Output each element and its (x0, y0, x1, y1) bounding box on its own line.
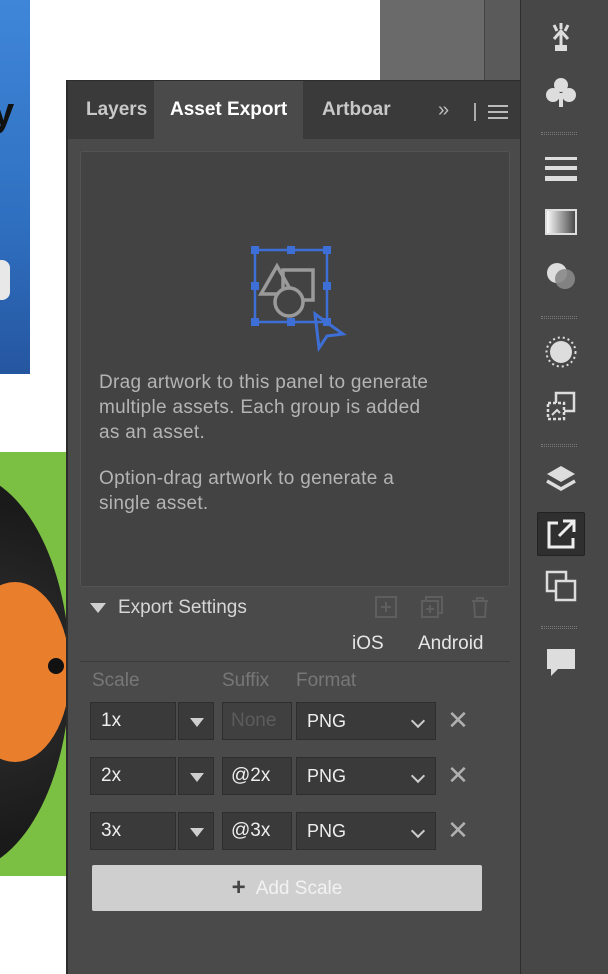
remove-row-icon[interactable]: ✕ (446, 706, 470, 734)
tab-divider (474, 103, 476, 121)
scale-input[interactable]: 2x (90, 757, 176, 795)
right-tool-strip (520, 0, 608, 974)
scale-dropdown-button[interactable] (178, 702, 214, 740)
option-drag-instructions: Option-drag artwork to generate a single… (99, 468, 395, 514)
export-settings-header[interactable]: Export Settings (80, 591, 510, 627)
format-value: PNG (307, 821, 347, 841)
column-header-format: Format (296, 670, 357, 691)
scale-row: 3x @3x PNG ✕ (80, 812, 510, 850)
panel-menu-icon[interactable] (488, 105, 508, 123)
remove-row-icon[interactable]: ✕ (446, 816, 470, 844)
comments-icon[interactable] (537, 640, 585, 684)
tab-overflow-icon[interactable]: » (438, 99, 449, 122)
format-value: PNG (307, 766, 347, 786)
drop-instructions: Drag artwork to this panel to generate m… (99, 372, 429, 443)
panel-group-grip[interactable] (541, 626, 577, 629)
appearance-icon[interactable] (537, 330, 585, 374)
chevron-down-icon (410, 713, 426, 729)
tab-artboards[interactable]: Artboar (306, 81, 418, 139)
chevron-down-icon (410, 823, 426, 839)
panel-group-grip[interactable] (541, 444, 577, 447)
format-select[interactable]: PNG (296, 812, 436, 850)
format-select[interactable]: PNG (296, 757, 436, 795)
stroke-lines-icon[interactable] (537, 146, 585, 190)
artwork-fragment (0, 260, 10, 300)
panel-group-grip[interactable] (541, 316, 577, 319)
suffix-input[interactable]: @3x (222, 812, 292, 850)
artwork-vinyl-record (0, 452, 70, 876)
format-select[interactable]: PNG (296, 702, 436, 740)
suffix-input[interactable]: @2x (222, 757, 292, 795)
drop-zone[interactable]: Drag artwork to this panel to generate m… (80, 151, 510, 587)
drag-artwork-illustration-icon (251, 246, 347, 353)
puppet-warp-icon[interactable] (537, 14, 585, 58)
export-settings-title: Export Settings (118, 597, 247, 618)
collapse-caret-icon[interactable] (90, 603, 106, 613)
scale-row: 2x @2x PNG ✕ (80, 757, 510, 795)
plus-icon: + (231, 874, 246, 901)
asset-export-icon[interactable] (537, 512, 585, 556)
add-scale-label: Add Scale (255, 878, 343, 899)
scale-dropdown-button[interactable] (178, 812, 214, 850)
duplicate-preset-icon[interactable] (420, 595, 444, 619)
add-preset-icon[interactable] (374, 595, 398, 619)
column-header-suffix: Suffix (222, 670, 270, 691)
tab-layers[interactable]: Layers (70, 81, 163, 139)
panel-tab-bar: Layers Asset Export Artboar » (68, 81, 520, 139)
artboards-icon[interactable] (537, 564, 585, 608)
artwork-glyph: y (0, 90, 15, 134)
column-header-scale: Scale (92, 670, 140, 691)
suffix-input[interactable]: None (222, 702, 292, 740)
gradient-icon[interactable] (537, 200, 585, 244)
layers-icon[interactable] (537, 458, 585, 502)
record-hole (48, 658, 64, 674)
scale-input[interactable]: 1x (90, 702, 176, 740)
scale-row: 1x None PNG ✕ (80, 702, 510, 740)
trash-icon[interactable] (468, 595, 492, 619)
background-panel-edge (380, 0, 520, 80)
tab-asset-export[interactable]: Asset Export (154, 81, 304, 139)
transparency-icon[interactable] (537, 254, 585, 298)
format-value: PNG (307, 711, 347, 731)
remove-row-icon[interactable]: ✕ (446, 761, 470, 789)
scale-input[interactable]: 3x (90, 812, 176, 850)
panel-group-grip[interactable] (541, 132, 577, 135)
chevron-down-icon (410, 768, 426, 784)
image-trace-icon[interactable] (537, 384, 585, 428)
platform-ios[interactable]: iOS (352, 633, 384, 655)
symbols-club-icon[interactable] (537, 70, 585, 114)
add-scale-button[interactable]: + Add Scale (92, 865, 482, 911)
platform-android[interactable]: Android (418, 633, 484, 655)
artwork-blue-shape: y (0, 0, 30, 374)
asset-export-panel: Layers Asset Export Artboar » Drag artwo… (66, 80, 539, 974)
scale-dropdown-button[interactable] (178, 757, 214, 795)
